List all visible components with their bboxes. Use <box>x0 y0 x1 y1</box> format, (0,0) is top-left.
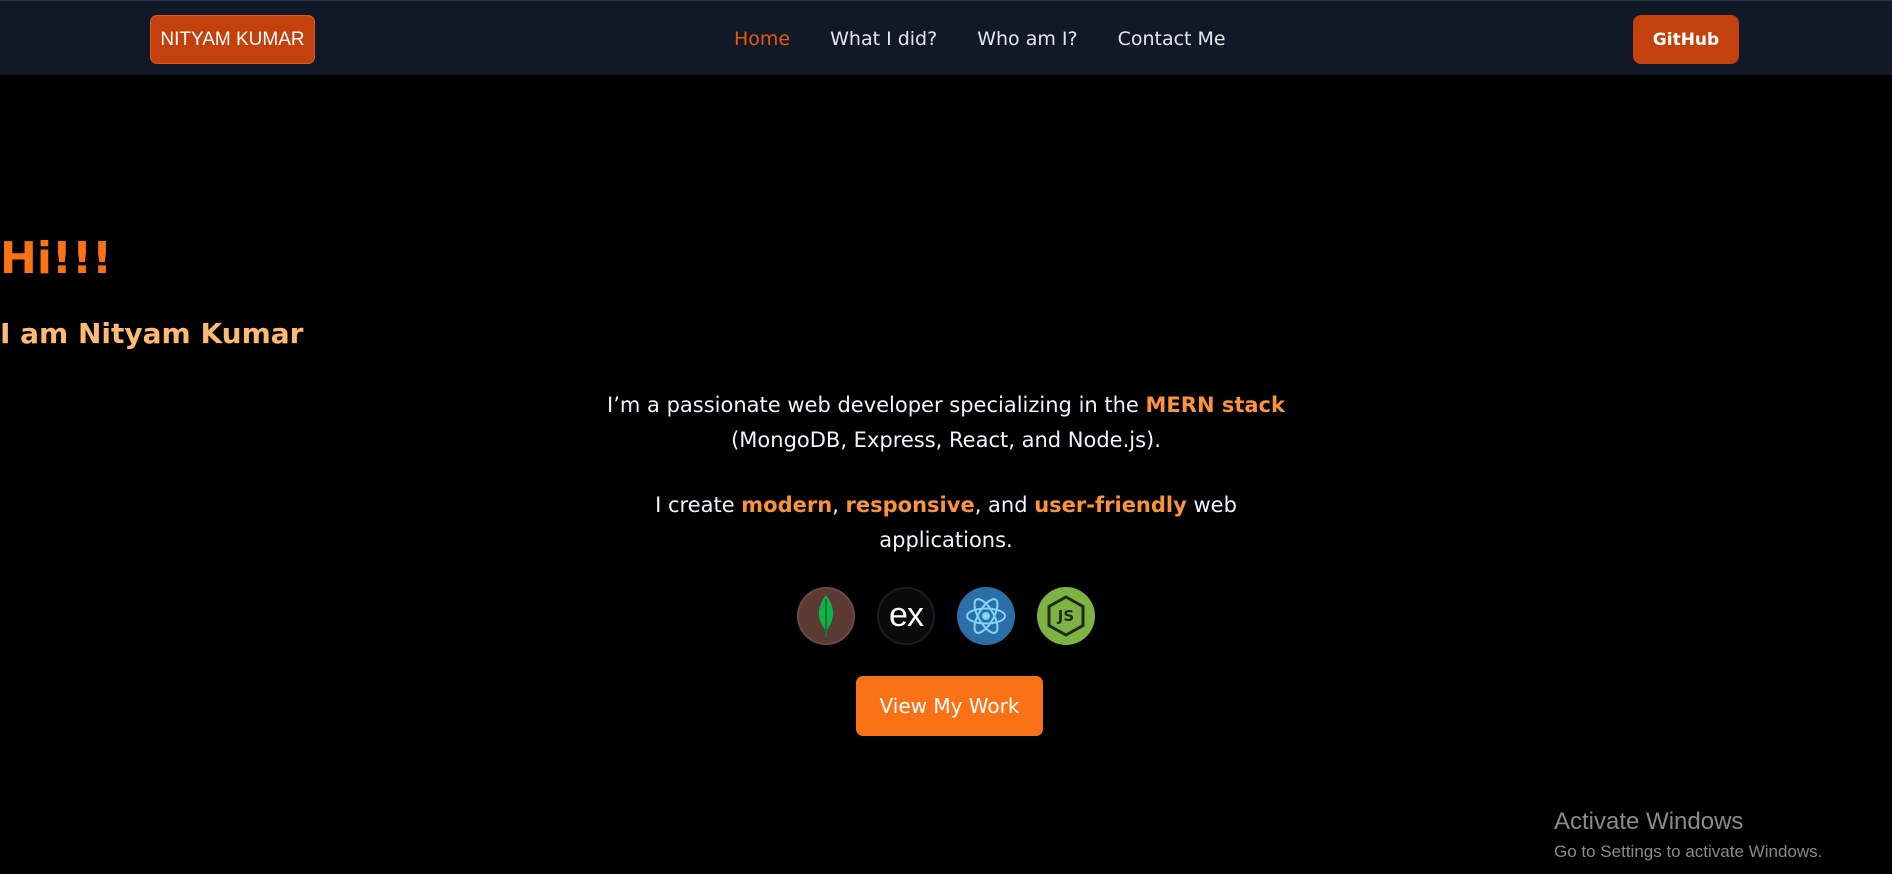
nodejs-glyph: JS <box>1057 607 1075 625</box>
hero-intro: I am Nityam Kumar <box>0 317 304 350</box>
hero-greeting: Hi!!! <box>0 233 113 284</box>
hero-tagline: I create modern, responsive, and user-fr… <box>596 488 1296 558</box>
express-icon: ex <box>877 587 935 645</box>
express-glyph: ex <box>889 595 924 634</box>
tagline-text: I create <box>655 493 742 517</box>
highlight-responsive: responsive <box>845 493 975 517</box>
github-button[interactable]: GitHub <box>1633 15 1739 64</box>
nav-link-what-i-did[interactable]: What I did? <box>830 28 937 50</box>
brand-logo-button[interactable]: NITYAM KUMAR <box>150 15 315 64</box>
nav-link-who-am-i[interactable]: Who am I? <box>977 28 1077 50</box>
activate-windows-watermark: Activate Windows Go to Settings to activ… <box>1554 810 1822 862</box>
mern-stack-highlight: MERN stack <box>1145 393 1285 417</box>
mongodb-icon <box>797 587 855 645</box>
watermark-subtitle: Go to Settings to activate Windows. <box>1554 842 1823 861</box>
hero-description: I’m a passionate web developer specializ… <box>596 388 1296 458</box>
tagline-text: , and <box>974 493 1035 517</box>
react-icon <box>957 587 1015 645</box>
description-text: I’m a passionate web developer specializ… <box>607 393 1146 417</box>
view-my-work-button[interactable]: View My Work <box>856 676 1043 736</box>
watermark-title: Activate Windows <box>1554 808 1744 835</box>
tagline-text: , <box>832 493 846 517</box>
description-text: (MongoDB, Express, React, and Node.js). <box>731 428 1161 452</box>
nav-links: Home What I did? Who am I? Contact Me <box>734 1 1226 76</box>
nav-link-home[interactable]: Home <box>734 28 790 50</box>
tech-stack-icons: ex JS <box>0 587 1892 645</box>
highlight-modern: modern <box>741 493 833 517</box>
nodejs-icon: JS <box>1037 587 1095 645</box>
nav-link-contact-me[interactable]: Contact Me <box>1118 28 1226 50</box>
highlight-user-friendly: user-friendly <box>1034 493 1187 517</box>
navbar: NITYAM KUMAR Home What I did? Who am I? … <box>0 0 1892 75</box>
